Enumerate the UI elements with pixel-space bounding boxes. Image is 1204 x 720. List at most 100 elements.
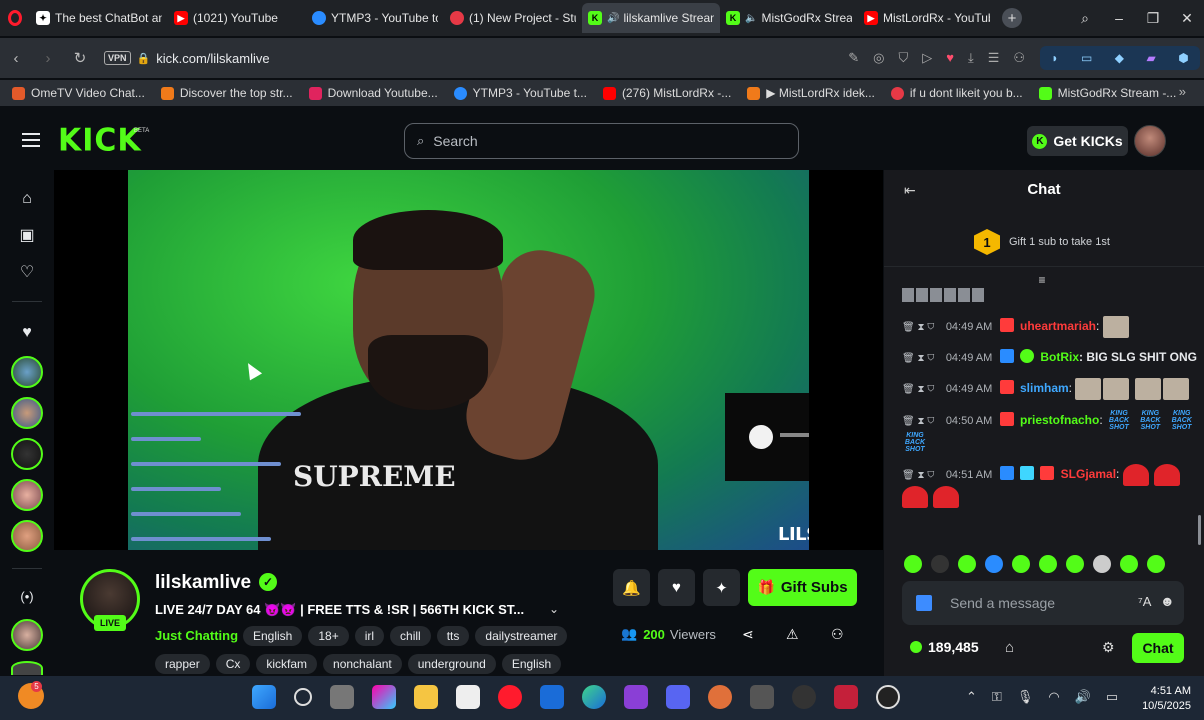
browser-tab[interactable]: K🔈MistGodRx Stream bbox=[720, 3, 858, 33]
sidebar-channel-avatar[interactable] bbox=[11, 520, 43, 552]
battery-icon[interactable]: ▭ bbox=[1106, 689, 1118, 705]
browser-tab[interactable]: YTMP3 - YouTube to bbox=[306, 3, 444, 33]
sidebar-channel-avatar[interactable] bbox=[11, 356, 43, 388]
speaker-icon[interactable]: 🔊 bbox=[607, 13, 619, 24]
mod-tools-icon[interactable]: 🗑 ⧗ ⛉ bbox=[902, 349, 934, 368]
quick-emote[interactable] bbox=[1120, 555, 1138, 573]
mod-tools-icon[interactable]: 🗑 ⧗ ⛉ bbox=[902, 318, 934, 337]
tag[interactable]: irl bbox=[354, 626, 385, 646]
gift-subs-button[interactable]: 🎁 Gift Subs bbox=[748, 569, 857, 606]
extension-icon[interactable]: ▰ bbox=[1147, 51, 1156, 65]
kick-logo[interactable]: KICK bbox=[58, 122, 142, 159]
heart-icon[interactable]: ♥ bbox=[946, 50, 954, 66]
clipchamp-icon[interactable] bbox=[624, 685, 648, 709]
vpn-badge[interactable]: VPN bbox=[104, 51, 131, 65]
browser-tab[interactable]: ▶ (1021) YouTube bbox=[168, 3, 306, 33]
bookmark[interactable]: Discover the top str... bbox=[160, 86, 293, 100]
hamburger-menu-icon[interactable] bbox=[22, 133, 40, 147]
stream-category[interactable]: Just Chatting bbox=[155, 628, 238, 643]
edit-icon[interactable]: ✎ bbox=[848, 50, 859, 66]
back-icon[interactable]: ‹ bbox=[0, 50, 32, 67]
sidebar-channel-avatar[interactable] bbox=[11, 438, 43, 470]
url-input[interactable]: VPN 🔒 kick.com/lilskamlive ✎ ◎ ⛉ ▷ ♥ ⤓ ☰… bbox=[98, 42, 1033, 74]
sparkle-button[interactable]: ✦ bbox=[703, 569, 740, 606]
quick-emote[interactable] bbox=[1066, 555, 1084, 573]
report-warning-icon[interactable]: ⚠ bbox=[786, 626, 799, 643]
browser-tab[interactable]: ▶ MistLordRx - YouTube bbox=[858, 3, 996, 33]
forward-icon[interactable]: › bbox=[32, 50, 64, 67]
quick-emote[interactable] bbox=[1147, 555, 1165, 573]
browser-tab-active[interactable]: K🔊lilskamlive Stream - W bbox=[582, 3, 720, 33]
chat-username[interactable]: SLGjamal bbox=[1061, 467, 1116, 481]
sidebar-channel-avatar[interactable] bbox=[11, 619, 43, 651]
translate-icon[interactable]: ⁷A bbox=[1138, 594, 1151, 609]
get-kicks-button[interactable]: K Get KICKs bbox=[1027, 126, 1128, 156]
url-text[interactable]: kick.com/lilskamlive bbox=[156, 51, 269, 66]
tag[interactable]: dailystreamer bbox=[475, 626, 568, 646]
reload-icon[interactable]: ↻ bbox=[64, 49, 96, 67]
sidebar-channel-avatar[interactable] bbox=[11, 479, 43, 511]
follow-heart-button[interactable]: ♥ bbox=[658, 569, 695, 606]
volume-icon[interactable]: 🔊 bbox=[1075, 689, 1091, 705]
user-avatar[interactable] bbox=[1134, 125, 1166, 157]
quick-emote[interactable] bbox=[958, 555, 976, 573]
discord-icon[interactable] bbox=[666, 685, 690, 709]
chat-message-input[interactable]: Send a message ⁷A ☻ bbox=[902, 581, 1184, 625]
tag[interactable]: Cx bbox=[215, 654, 251, 674]
outlook-icon[interactable] bbox=[540, 685, 564, 709]
home-icon[interactable]: ⌂ bbox=[17, 189, 37, 209]
chat-scrollbar[interactable] bbox=[1198, 515, 1201, 545]
aria-icon[interactable]: ◗ bbox=[1051, 51, 1058, 65]
bookmark[interactable]: YTMP3 - YouTube t... bbox=[453, 86, 587, 100]
bookmark[interactable]: OmeTV Video Chat... bbox=[12, 86, 145, 100]
browser-tab[interactable]: ✦ The best ChatBot and bbox=[30, 3, 168, 33]
camera-app-icon[interactable] bbox=[750, 685, 774, 709]
user-options-icon[interactable]: ⚇ bbox=[831, 626, 844, 643]
task-view-icon[interactable] bbox=[330, 685, 354, 709]
file-explorer-icon[interactable] bbox=[414, 685, 438, 709]
tag[interactable]: rapper bbox=[155, 654, 210, 674]
kick-emote-icon[interactable] bbox=[916, 595, 932, 611]
chat-username[interactable]: BotRix bbox=[1040, 350, 1079, 364]
tag[interactable]: English bbox=[501, 654, 562, 674]
sidebar-channel-avatar[interactable] bbox=[11, 661, 43, 675]
download-icon[interactable]: ⤓ bbox=[968, 50, 974, 66]
bookmark[interactable]: ▶ MistLordRx idek... bbox=[747, 86, 875, 100]
game-app-icon[interactable] bbox=[708, 685, 732, 709]
tag[interactable]: underground bbox=[407, 654, 496, 674]
copilot-icon[interactable] bbox=[372, 685, 396, 709]
close-icon[interactable]: ✕ bbox=[1170, 10, 1204, 27]
camera-icon[interactable]: ◎ bbox=[873, 50, 884, 66]
profile-icon[interactable]: ⚇ bbox=[1013, 50, 1025, 66]
pinned-expand-icon[interactable]: ≡ bbox=[1034, 273, 1050, 287]
opera-menu-icon[interactable] bbox=[0, 0, 30, 36]
quick-emote[interactable] bbox=[1012, 555, 1030, 573]
diamond-icon[interactable]: ◆ bbox=[1115, 51, 1124, 65]
windows-start-icon[interactable] bbox=[252, 685, 276, 709]
wifi-icon[interactable]: ◠ bbox=[1048, 689, 1059, 705]
speaker-icon[interactable]: 🔈 bbox=[745, 13, 757, 24]
send-icon[interactable]: ▷ bbox=[922, 50, 932, 66]
bookmark[interactable]: if u dont likeit you b... bbox=[890, 86, 1023, 100]
live-broadcast-icon[interactable]: (•) bbox=[17, 587, 37, 607]
browse-icon[interactable]: ▣ bbox=[17, 226, 37, 246]
cube-icon[interactable]: ⬢ bbox=[1178, 51, 1188, 65]
tag[interactable]: English bbox=[243, 626, 303, 646]
video-player[interactable]: SUPREME 👥 203 LILSKAMLIVE bbox=[54, 170, 883, 550]
bookmark[interactable]: (276) MistLordRx -... bbox=[602, 86, 731, 100]
quick-emote[interactable] bbox=[1039, 555, 1057, 573]
share-icon[interactable]: ⋖ bbox=[742, 626, 754, 643]
media-player-icon[interactable] bbox=[876, 685, 900, 709]
sidebar-channel-avatar[interactable] bbox=[11, 397, 43, 429]
following-heart-icon[interactable]: ♡ bbox=[17, 263, 37, 283]
bookmarks-overflow-icon[interactable]: » bbox=[1179, 84, 1186, 99]
red-app-icon[interactable] bbox=[834, 685, 858, 709]
minimize-icon[interactable]: – bbox=[1102, 10, 1136, 26]
search-input[interactable]: ⌕ Search bbox=[404, 123, 799, 159]
mod-tools-icon[interactable]: 🗑 ⧗ ⛉ bbox=[902, 412, 934, 431]
channel-points[interactable]: 189,485 bbox=[910, 639, 979, 655]
gift-leaderboard-banner[interactable]: 1 Gift 1 sub to take 1st bbox=[974, 229, 1110, 255]
new-tab-button[interactable]: + bbox=[1002, 8, 1022, 28]
send-chat-button[interactable]: Chat bbox=[1132, 633, 1184, 663]
bookmark[interactable]: MistGodRx Stream -... bbox=[1038, 86, 1176, 100]
